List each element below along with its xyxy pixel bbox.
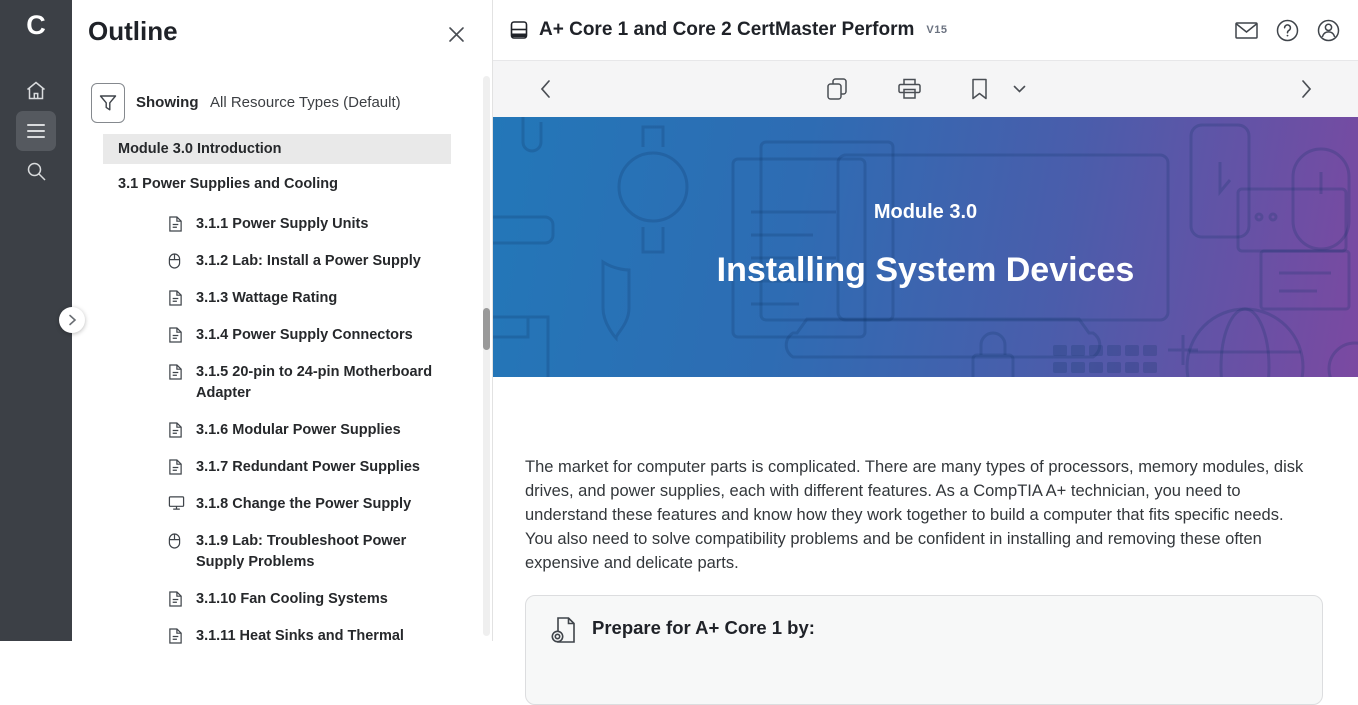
panel-collapse-button[interactable]: [59, 307, 85, 333]
content-toolbar: [493, 60, 1358, 117]
list-item-label: 3.1.2 Lab: Install a Power Supply: [196, 251, 421, 272]
module-hero-banner: Module 3.0 Installing System Devices: [493, 117, 1358, 377]
list-item[interactable]: 3.1.9 Lab: Troubleshoot Power Supply Pro…: [168, 531, 460, 573]
document-icon: [168, 421, 185, 439]
list-item[interactable]: 3.1.5 20-pin to 24-pin Motherboard Adapt…: [168, 362, 460, 404]
main-header: A+ Core 1 and Core 2 CertMaster Perform …: [493, 0, 1358, 60]
outline-menu-icon[interactable]: [16, 111, 56, 151]
document-icon: [168, 590, 185, 608]
document-icon: [168, 363, 185, 381]
list-item-label: 3.1.10 Fan Cooling Systems: [196, 589, 388, 610]
main-content: A+ Core 1 and Core 2 CertMaster Perform …: [493, 0, 1358, 641]
document-icon: [168, 289, 185, 307]
mouse-icon: [168, 252, 185, 270]
list-item-label: 3.1.4 Power Supply Connectors: [196, 325, 413, 346]
list-item-label: 3.1.6 Modular Power Supplies: [196, 420, 401, 441]
chevron-down-icon[interactable]: [1013, 85, 1026, 93]
outline-item-selected[interactable]: Module 3.0 Introduction: [103, 134, 451, 164]
bookmark-icon[interactable]: [971, 78, 988, 100]
list-item-label: 3.1.7 Redundant Power Supplies: [196, 457, 420, 478]
mouse-icon: [168, 532, 185, 550]
list-item[interactable]: 3.1.4 Power Supply Connectors: [168, 325, 460, 346]
close-icon[interactable]: [446, 24, 466, 44]
mail-icon[interactable]: [1235, 22, 1258, 39]
filter-showing-label: Showing: [136, 94, 199, 111]
intro-paragraph: The market for computer parts is complic…: [525, 455, 1315, 575]
filter-value: All Resource Types (Default): [210, 94, 401, 111]
course-title: A+ Core 1 and Core 2 CertMaster Perform: [539, 19, 914, 41]
filter-button[interactable]: [91, 83, 125, 123]
print-icon[interactable]: [897, 78, 922, 101]
outline-list: 3.1.1 Power Supply Units 3.1.2 Lab: Inst…: [168, 214, 460, 663]
list-item[interactable]: 3.1.2 Lab: Install a Power Supply: [168, 251, 460, 272]
module-title: Installing System Devices: [493, 251, 1358, 290]
document-icon: [168, 627, 185, 645]
course-version-badge: V15: [926, 24, 947, 36]
document-icon: [168, 326, 185, 344]
list-item[interactable]: 3.1.8 Change the Power Supply: [168, 494, 460, 515]
list-item[interactable]: 3.1.1 Power Supply Units: [168, 214, 460, 235]
search-icon[interactable]: [16, 151, 56, 191]
home-icon[interactable]: [16, 71, 56, 111]
list-item[interactable]: 3.1.7 Redundant Power Supplies: [168, 457, 460, 478]
banner-pattern: [493, 117, 1358, 377]
previous-page-icon[interactable]: [540, 80, 551, 99]
outline-scrollbar-thumb[interactable]: [483, 308, 490, 350]
funnel-icon: [99, 94, 117, 112]
outline-section-heading[interactable]: 3.1 Power Supplies and Cooling: [118, 176, 338, 192]
help-icon[interactable]: [1276, 19, 1299, 42]
list-item-label: 3.1.3 Wattage Rating: [196, 288, 337, 309]
course-book-icon: [509, 20, 529, 40]
list-item[interactable]: 3.1.10 Fan Cooling Systems: [168, 589, 460, 610]
list-item-label: 3.1.8 Change the Power Supply: [196, 494, 411, 515]
outline-panel: Outline Showing All Resource Types (Defa…: [72, 0, 493, 641]
list-item[interactable]: 3.1.11 Heat Sinks and Thermal: [168, 626, 460, 647]
monitor-icon: [168, 495, 185, 511]
next-page-icon[interactable]: [1301, 80, 1312, 99]
copy-icon[interactable]: [826, 77, 848, 101]
document-icon: [168, 215, 185, 233]
prepare-card: Prepare for A+ Core 1 by:: [525, 595, 1323, 705]
list-item[interactable]: 3.1.3 Wattage Rating: [168, 288, 460, 309]
list-item-label: 3.1.9 Lab: Troubleshoot Power Supply Pro…: [196, 531, 438, 573]
list-item-label: 3.1.5 20-pin to 24-pin Motherboard Adapt…: [196, 362, 438, 404]
list-item[interactable]: 3.1.6 Modular Power Supplies: [168, 420, 460, 441]
document-icon: [168, 458, 185, 476]
comptia-logo: C: [0, 10, 72, 41]
list-item-label: 3.1.11 Heat Sinks and Thermal: [196, 626, 404, 647]
list-item-label: 3.1.1 Power Supply Units: [196, 214, 368, 235]
panel-title: Outline: [88, 16, 178, 47]
account-icon[interactable]: [1317, 19, 1340, 42]
outline-scrollbar-track[interactable]: [483, 76, 490, 636]
prepare-heading: Prepare for A+ Core 1 by:: [592, 617, 815, 639]
module-number-label: Module 3.0: [493, 201, 1358, 224]
